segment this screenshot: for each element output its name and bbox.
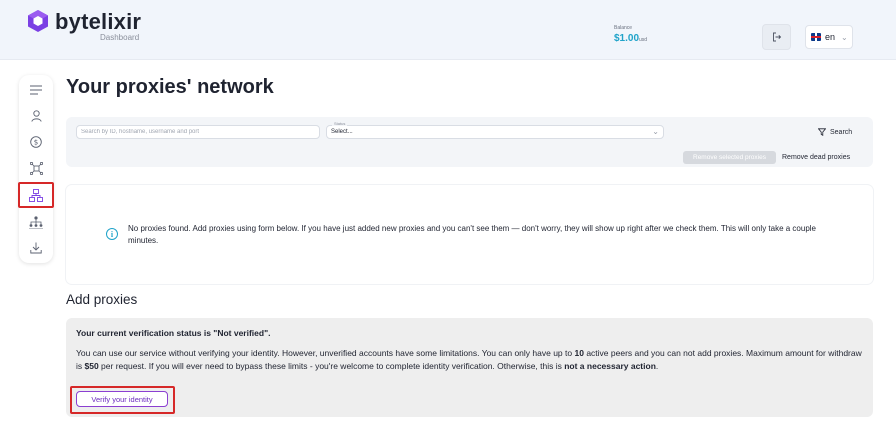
verification-text-part: per request. If you will ever need to by…	[98, 361, 565, 371]
hierarchy-icon	[29, 215, 43, 229]
chevron-down-icon: ⌄	[841, 32, 848, 42]
verification-description: You can use our service without verifyin…	[76, 347, 866, 373]
user-icon	[30, 110, 42, 122]
peer-limit: 10	[574, 348, 584, 358]
verification-text-part: .	[655, 361, 659, 371]
download-icon	[30, 242, 42, 254]
sidebar-menu-button[interactable]	[19, 79, 53, 101]
brand-name: bytelixir	[55, 9, 142, 34]
page-title: Your proxies' network	[66, 76, 274, 98]
search-button-label: Search	[830, 128, 853, 136]
dollar-icon: $	[30, 136, 42, 148]
svg-text:$: $	[34, 139, 38, 147]
proxy-filter-panel: Select... ⌄ Status Search Remove selecte…	[66, 117, 873, 167]
remove-selected-proxies-button[interactable]: Remove selected proxies	[683, 151, 776, 164]
verification-text-part: You can use our service without verifyin…	[76, 348, 575, 358]
chevron-down-icon: ⌄	[652, 127, 659, 136]
withdraw-limit: $50	[84, 361, 99, 371]
filter-icon	[818, 128, 826, 136]
balance-label: Balance	[614, 25, 633, 31]
remove-dead-proxies-button[interactable]: Remove dead proxies	[782, 151, 850, 164]
proxy-nodes-icon	[29, 161, 43, 175]
search-button[interactable]: Search	[818, 125, 852, 139]
logout-button[interactable]	[762, 24, 791, 50]
info-icon: i	[106, 228, 118, 240]
language-code: en	[825, 32, 836, 42]
balance-unit: usd	[639, 37, 648, 43]
empty-proxies-message: No proxies found. Add proxies using form…	[128, 224, 817, 245]
balance-value: $1.00usd	[614, 33, 647, 44]
add-proxies-title: Add proxies	[66, 292, 138, 307]
verification-notice: Your current verification status is "Not…	[66, 318, 873, 417]
not-necessary-emphasis: not a necessary action	[564, 361, 656, 371]
bytelixir-logo-icon	[28, 10, 48, 32]
sidebar: $	[18, 75, 54, 263]
sidebar-item-finance[interactable]: $	[19, 131, 53, 153]
menu-icon	[30, 85, 42, 95]
empty-proxies-notice: i No proxies found. Add proxies using fo…	[66, 185, 873, 284]
uk-flag-icon	[811, 33, 821, 41]
status-label: Status	[332, 121, 348, 126]
brand-subtitle: Dashboard	[100, 33, 140, 42]
status-select[interactable]: Select... ⌄	[326, 125, 664, 139]
logout-icon	[772, 32, 781, 42]
sidebar-item-account[interactable]	[19, 105, 53, 127]
top-header: bytelixir Dashboard Balance $1.00usd en …	[0, 0, 896, 60]
sidebar-item-downloads[interactable]	[19, 237, 53, 259]
proxy-search-input[interactable]	[76, 125, 320, 139]
sidebar-item-referrals[interactable]	[19, 211, 53, 233]
balance-amount: $1.00	[614, 33, 640, 44]
language-select[interactable]: en ⌄	[805, 25, 853, 49]
verify-identity-button[interactable]: Verify your identity	[76, 391, 168, 407]
status-select-value: Select...	[331, 129, 353, 135]
network-icon	[29, 188, 43, 202]
sidebar-item-nodes[interactable]	[19, 157, 53, 179]
sidebar-item-proxies-network[interactable]	[18, 182, 54, 208]
verification-status-title: Your current verification status is "Not…	[76, 328, 271, 338]
